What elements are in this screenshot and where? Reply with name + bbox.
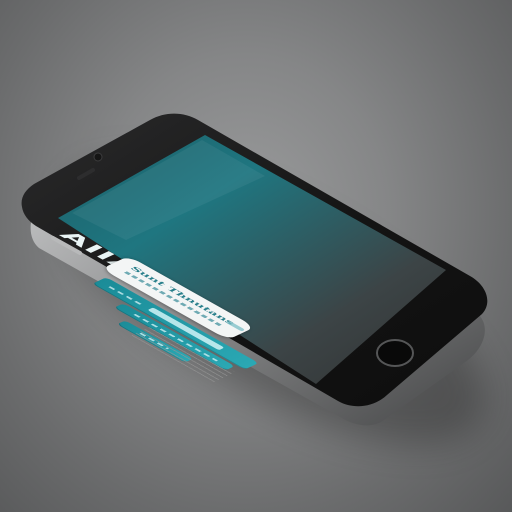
scene: AIIA Sunt Thnutans [0, 0, 512, 512]
home-button-icon[interactable] [376, 339, 414, 367]
camera-icon [93, 152, 103, 162]
